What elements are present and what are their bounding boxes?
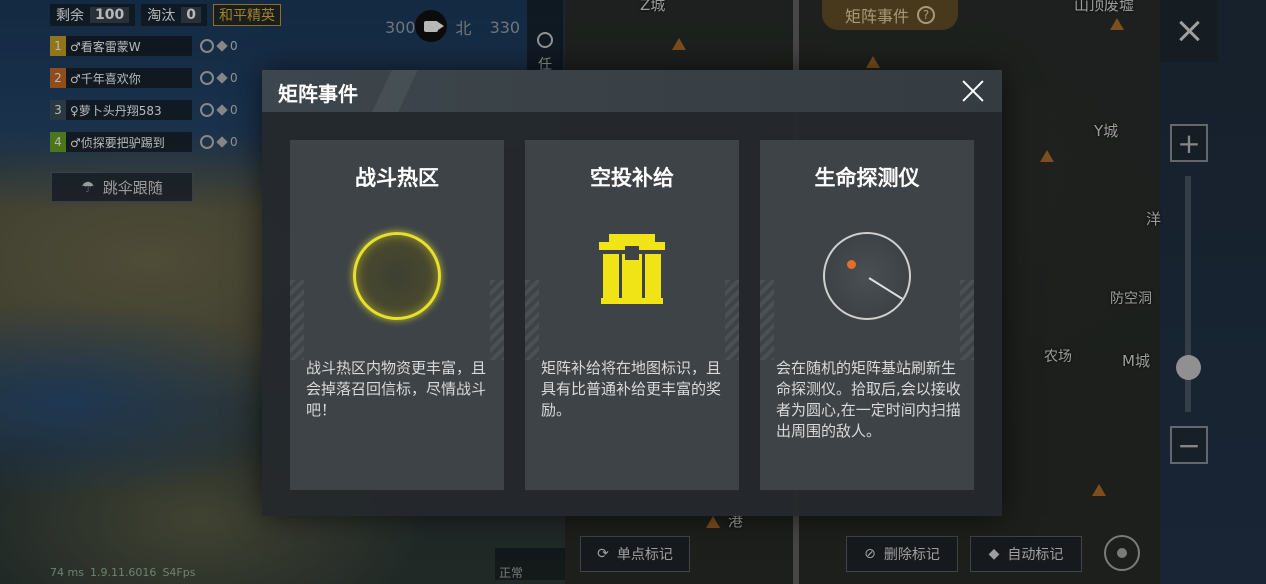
event-card-description: 战斗热区内物资更丰富，且会掉落召回信标，尽情战斗吧！ [306,359,487,419]
event-card-icon [760,232,974,324]
event-card-description: 矩阵补给将在地图标识，且具有比普通补给更丰富的奖励。 [541,359,722,419]
dialog-close-button[interactable] [958,76,988,106]
radar-sweep [869,256,909,317]
event-card-airdrop: 空投补给 矩阵补给将在地图标识，且具有比普通补给更丰富的奖励。 [525,140,739,490]
event-card-icon [290,232,504,324]
event-card-description: 会在随机的矩阵基站刷新生命探测仪。拾取后,会以接收者为圆心,在一定时间内扫描出周… [776,359,961,440]
event-card-icon [525,232,739,324]
life-detector-icon [823,232,911,320]
close-icon [961,79,985,103]
dialog-title: 矩阵事件 [278,82,358,106]
event-card-combat-zone: 战斗热区 战斗热区内物资更丰富，且会掉落召回信标，尽情战斗吧！ [290,140,504,490]
event-card-life-detector: 生命探测仪 会在随机的矩阵基站刷新生命探测仪。拾取后,会以接收者为圆心,在一定时… [760,140,974,490]
hot-zone-icon [353,232,441,320]
event-card-title: 空投补给 [590,166,674,190]
radar-enemy-dot [847,260,856,269]
matrix-event-dialog: 矩阵事件 战斗热区 战斗热区内物资更丰富，且会掉落召回信标，尽情战斗吧！ 空投补… [262,70,1002,516]
event-card-title: 战斗热区 [355,166,439,190]
event-card-title: 生命探测仪 [814,166,920,190]
dialog-header: 矩阵事件 [262,70,1002,112]
airdrop-crate-icon [599,234,665,304]
